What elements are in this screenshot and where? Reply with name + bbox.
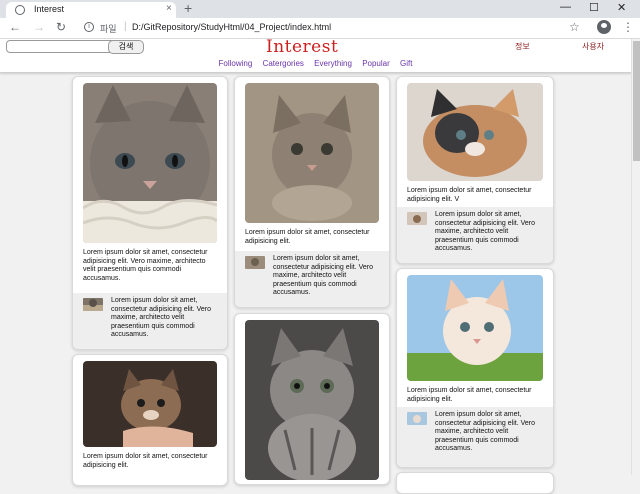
info-link[interactable]: 정보 [515, 41, 530, 52]
category-menu: Following Catergories Everything Popular… [0, 59, 631, 68]
bookmark-star-icon[interactable]: ☆ [569, 20, 580, 34]
card-caption: Lorem ipsum dolor sit amet, consectetur … [83, 453, 208, 469]
card-footer: Lorem ipsum dolor sit amet, consectetur … [397, 407, 553, 467]
card-footer-text: Lorem ipsum dolor sit amet, consectetur … [273, 255, 373, 296]
reload-icon[interactable]: ↻ [56, 20, 66, 34]
card-footer: Lorem ipsum dolor sit amet, consectetur … [73, 293, 227, 349]
url-scheme: 파일 [100, 24, 117, 34]
search-button[interactable]: 검색 [108, 40, 144, 54]
tab-close-icon[interactable]: × [166, 3, 172, 14]
card-caption: Lorem ipsum dolor sit amet, consectetur … [407, 187, 532, 203]
new-tab-icon[interactable]: + [184, 0, 192, 16]
card-caption: Lorem ipsum dolor sit amet, consectetur … [245, 229, 370, 245]
uploader-thumbnail [245, 256, 265, 269]
card-footer-text: Lorem ipsum dolor sit amet, consectetur … [435, 211, 535, 252]
minimize-icon[interactable]: — [560, 1, 571, 13]
menu-item-following[interactable]: Following [219, 59, 253, 68]
browser-menu-icon[interactable]: ⋮ [622, 20, 634, 34]
kitten-photo[interactable] [245, 83, 379, 223]
url-divider: | [124, 21, 127, 32]
forward-icon[interactable]: → [33, 20, 45, 34]
menu-item-everything[interactable]: Everything [314, 59, 352, 68]
pin-card[interactable]: Lorem ipsum dolor sit amet, consectetur … [396, 76, 554, 264]
pin-card[interactable]: Lorem ipsum dolor sit amet, consectetur … [72, 76, 228, 350]
tab-title: Interest [34, 4, 65, 14]
card-footer-text: Lorem ipsum dolor sit amet, consectetur … [435, 411, 535, 452]
site-logo[interactable]: Interest [266, 37, 338, 57]
site-header: 검색 Interest 정보 사용자 Following Catergories… [0, 37, 631, 73]
pin-card[interactable]: Lorem ipsum dolor sit amet, consectetur … [396, 268, 554, 468]
card-caption: Lorem ipsum dolor sit amet, consectetur … [83, 249, 208, 282]
card-caption: Lorem ipsum dolor sit amet, consectetur … [407, 387, 532, 403]
search-input[interactable] [6, 40, 116, 53]
window-close-icon[interactable]: ✕ [617, 1, 626, 14]
browser-toolbar: ← → ↻ i 파일 | D:/GitRepository/StudyHtml/… [0, 18, 640, 39]
browser-tab[interactable]: Interest × [6, 2, 176, 18]
pin-card[interactable] [234, 313, 390, 485]
address-bar[interactable]: D:/GitRepository/StudyHtml/04_Project/in… [132, 22, 331, 32]
page-scrollbar[interactable] [631, 39, 640, 475]
card-footer: Lorem ipsum dolor sit amet, consectetur … [235, 251, 389, 307]
uploader-thumbnail [407, 412, 427, 425]
card-footer-text: Lorem ipsum dolor sit amet, consectetur … [111, 297, 211, 338]
pin-card[interactable]: Lorem ipsum dolor sit amet, consectetur … [234, 76, 390, 308]
kitten-photo[interactable] [407, 83, 543, 181]
card-footer: Lorem ipsum dolor sit amet, consectetur … [397, 207, 553, 263]
site-info-icon[interactable]: i [84, 22, 94, 32]
menu-item-popular[interactable]: Popular [362, 59, 390, 68]
kitten-photo[interactable] [83, 83, 217, 243]
uploader-thumbnail [83, 298, 103, 311]
globe-icon [15, 5, 25, 15]
menu-item-categories[interactable]: Catergories [263, 59, 304, 68]
uploader-thumbnail [407, 212, 427, 225]
pin-card[interactable] [396, 472, 554, 494]
kitten-photo[interactable] [407, 275, 543, 381]
user-link[interactable]: 사용자 [582, 41, 604, 52]
back-icon[interactable]: ← [9, 20, 21, 34]
profile-avatar-icon[interactable] [597, 20, 611, 34]
scrollbar-thumb[interactable] [633, 41, 640, 161]
kitten-photo[interactable] [83, 361, 217, 447]
kitten-photo[interactable] [245, 320, 379, 480]
menu-item-gift[interactable]: Gift [400, 59, 412, 68]
pin-card[interactable]: Lorem ipsum dolor sit amet, consectetur … [72, 354, 228, 486]
maximize-icon[interactable]: ☐ [589, 1, 599, 14]
browser-tab-bar: Interest × + — ☐ ✕ [0, 0, 640, 18]
